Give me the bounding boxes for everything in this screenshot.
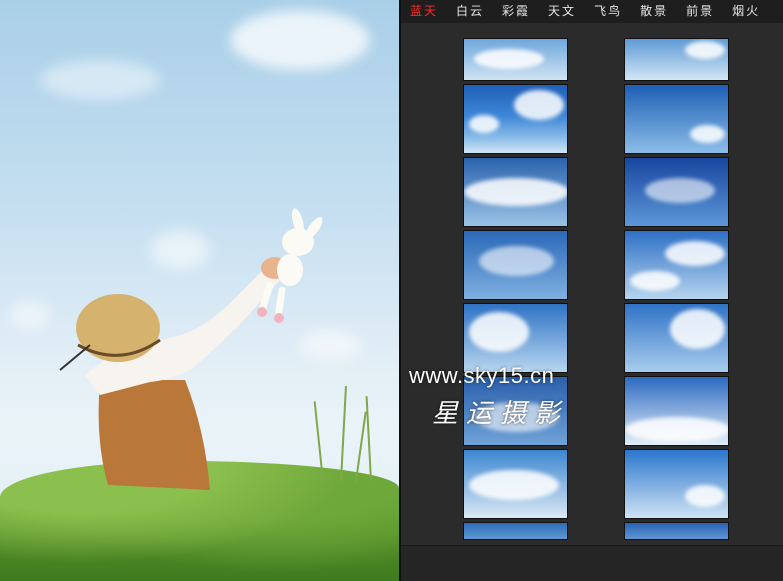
- sky-thumbnail[interactable]: [624, 38, 729, 81]
- category-tabs: 蓝天 白云 彩霞 天文 飞鸟 散景 前景 烟火: [401, 0, 783, 23]
- watermark-brand: 星运摄影: [432, 399, 569, 429]
- tab-fireworks[interactable]: 烟火: [723, 0, 769, 23]
- sky-thumbnail[interactable]: [624, 522, 729, 540]
- sky-thumbnail[interactable]: [463, 38, 568, 81]
- tab-blue-sky[interactable]: 蓝天: [401, 0, 447, 23]
- sky-thumbnail[interactable]: [624, 157, 729, 227]
- tab-birds[interactable]: 飞鸟: [585, 0, 631, 23]
- sky-thumbnail[interactable]: [624, 303, 729, 373]
- person-with-plush-bunny: [59, 208, 323, 490]
- sky-thumbnail[interactable]: [624, 230, 729, 300]
- sky-thumbnail[interactable]: [624, 376, 729, 446]
- sky-thumbnail[interactable]: [463, 84, 568, 154]
- sky-thumbnail[interactable]: [463, 157, 568, 227]
- watermark-url: www.sky15.cn: [409, 363, 555, 388]
- sky-thumbnail[interactable]: [463, 522, 568, 540]
- tab-sunset-glow[interactable]: 彩霞: [493, 0, 539, 23]
- preview-image: [0, 0, 399, 581]
- panel-footer: [401, 545, 783, 581]
- sky-thumbnail[interactable]: [624, 84, 729, 154]
- thumbnail-grid: [401, 23, 783, 540]
- tab-foreground[interactable]: 前景: [677, 0, 723, 23]
- sky-thumbnail[interactable]: [463, 449, 568, 519]
- sky-thumbnail[interactable]: [463, 230, 568, 300]
- tab-white-clouds[interactable]: 白云: [447, 0, 493, 23]
- sky-library-panel: 蓝天 白云 彩霞 天文 飞鸟 散景 前景 烟火: [401, 0, 783, 581]
- tab-bokeh[interactable]: 散景: [631, 0, 677, 23]
- sky-thumbnail[interactable]: [624, 449, 729, 519]
- tab-astronomy[interactable]: 天文: [539, 0, 585, 23]
